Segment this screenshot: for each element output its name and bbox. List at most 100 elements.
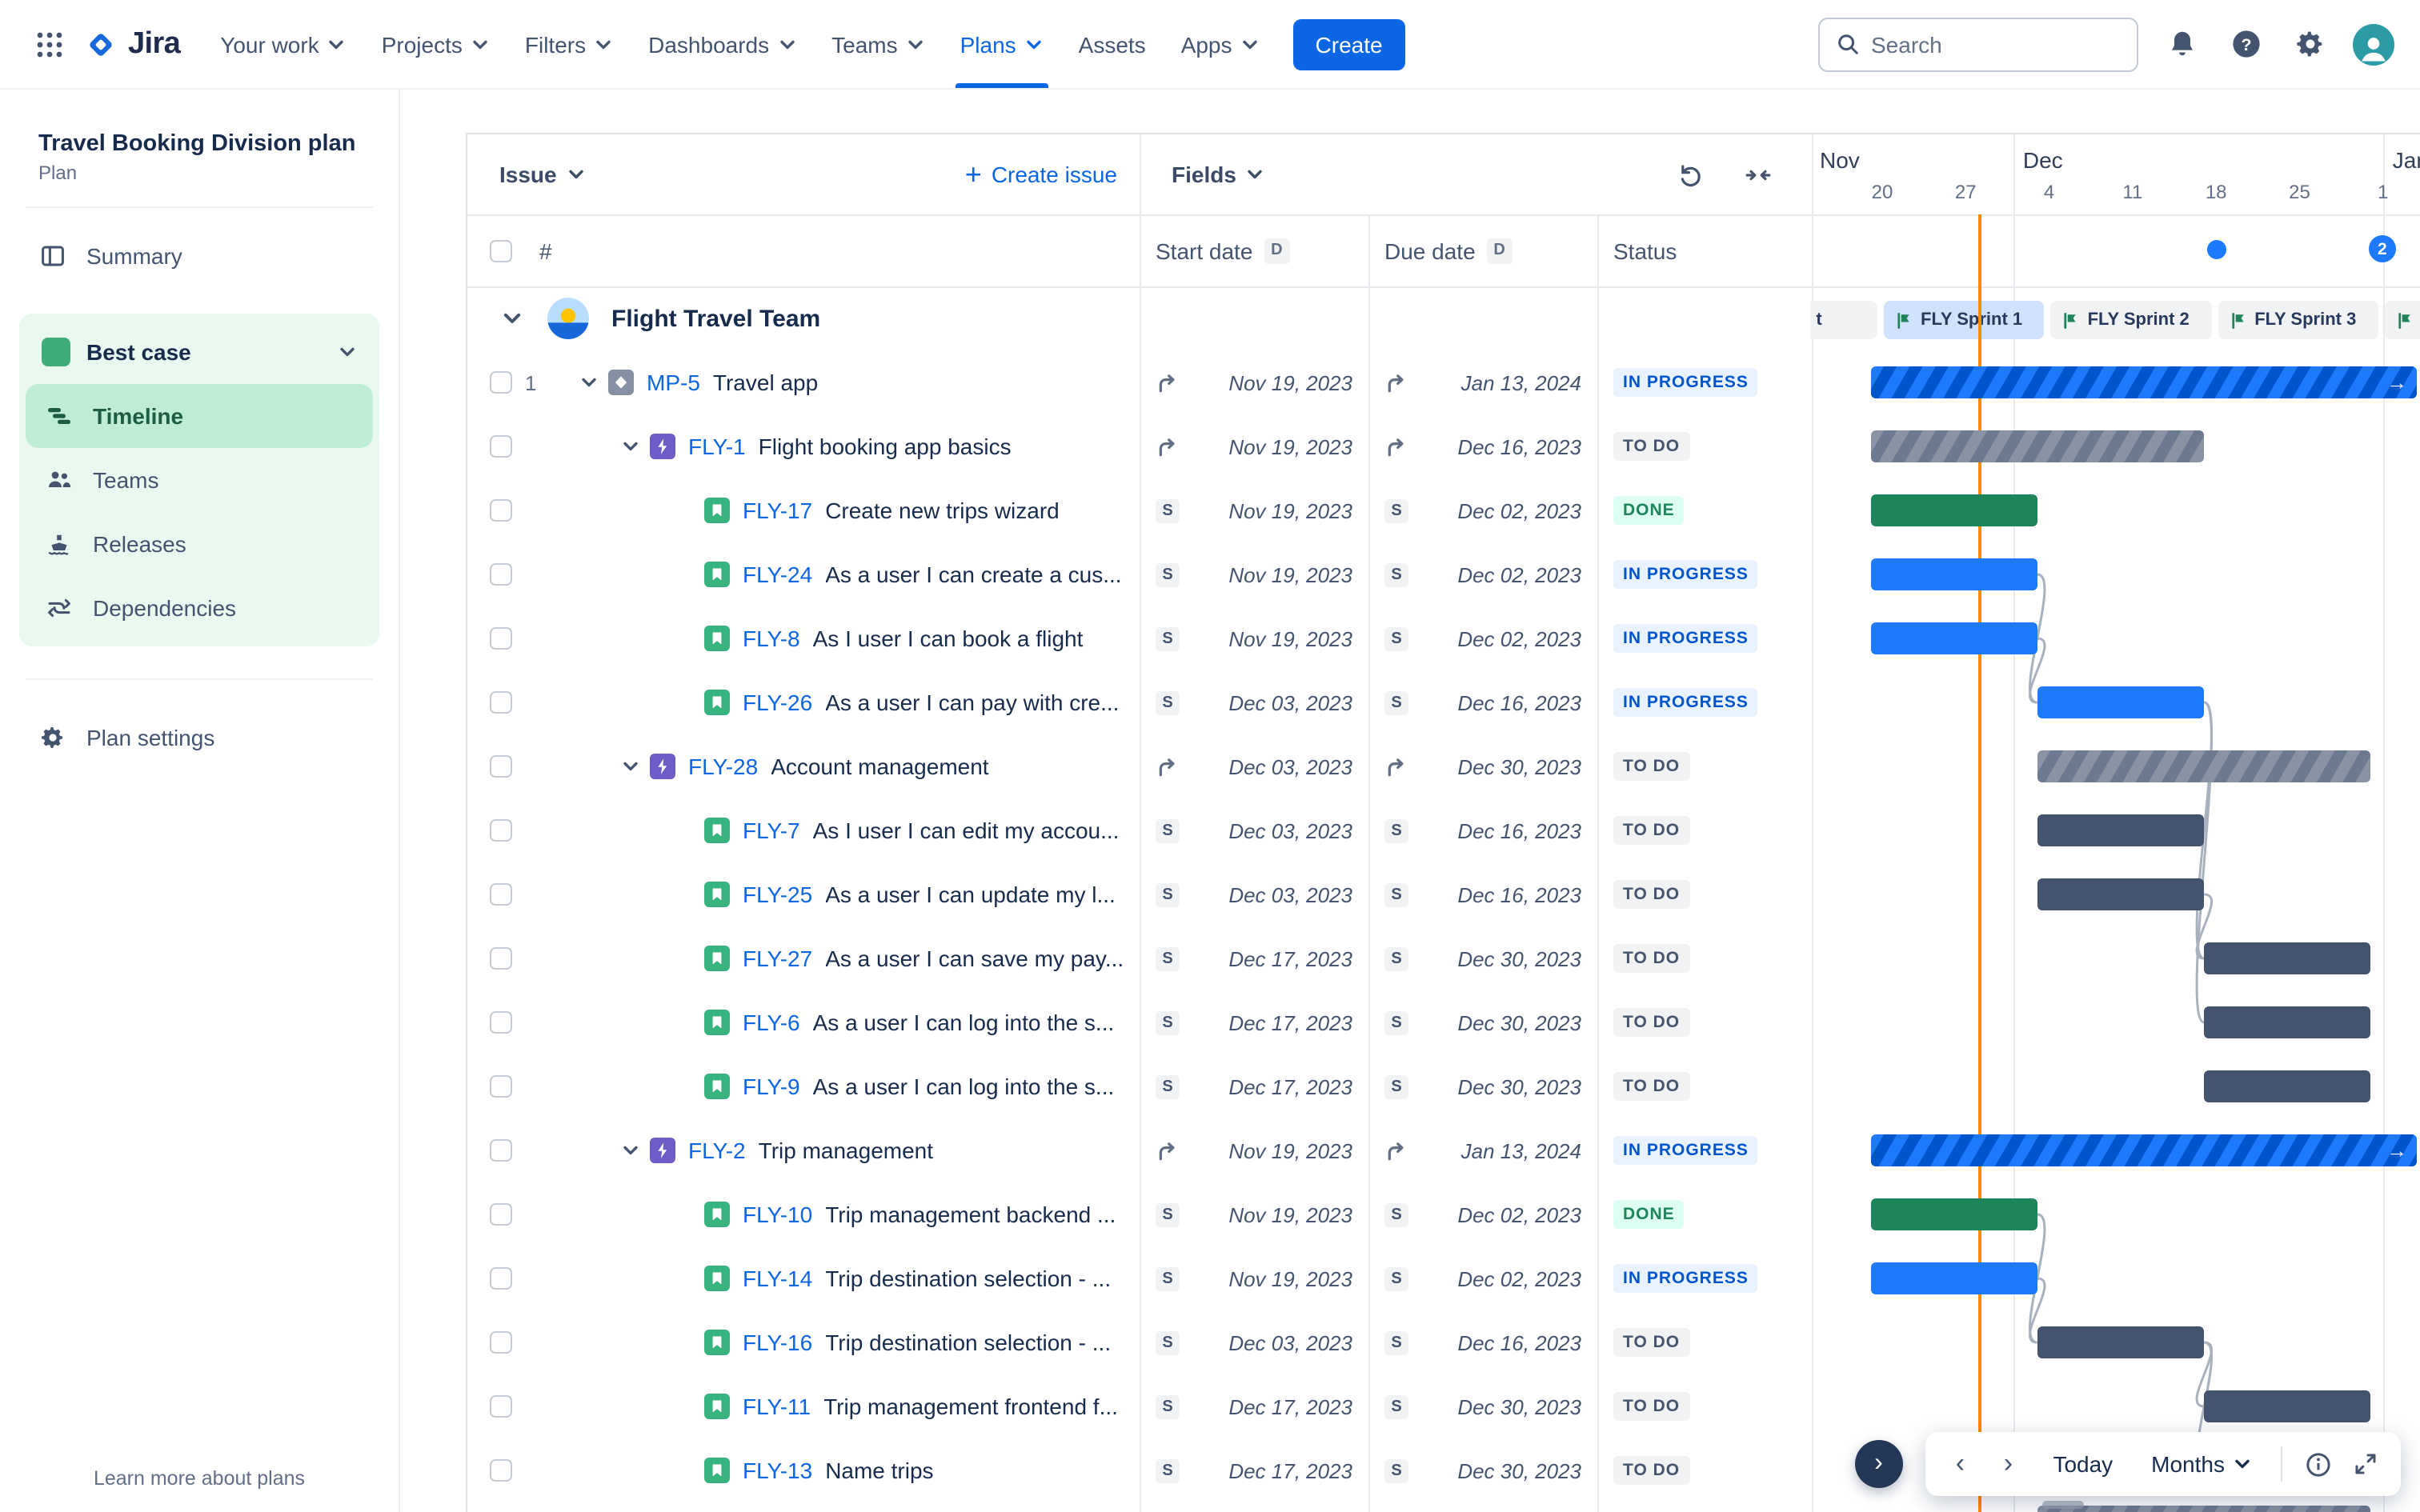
issue-summary[interactable]: Flight booking app basics: [759, 434, 1140, 459]
due-date-cell[interactable]: S Dec 02, 2023: [1368, 1266, 1597, 1290]
row-expander-chevron[interactable]: [618, 434, 643, 459]
issue-summary[interactable]: As a user I can log into the s...: [813, 1010, 1140, 1035]
learn-more-link[interactable]: Learn more about plans: [0, 1467, 399, 1490]
row-expander-chevron[interactable]: [618, 1138, 643, 1163]
start-date-cell[interactable]: Nov 19, 2023: [1140, 1138, 1368, 1162]
fields-dropdown[interactable]: Fields: [1172, 162, 1265, 187]
issue-summary[interactable]: Trip management backend ...: [825, 1202, 1140, 1227]
row-checkbox[interactable]: [490, 1267, 512, 1290]
gantt-bar[interactable]: [2204, 1070, 2371, 1102]
row-checkbox[interactable]: [490, 883, 512, 906]
start-date-cell[interactable]: S Dec 17, 2023: [1140, 1074, 1368, 1098]
start-date-cell[interactable]: Nov 19, 2023: [1140, 434, 1368, 458]
row-checkbox[interactable]: [490, 1331, 512, 1354]
scenario-selector[interactable]: Best case: [26, 320, 373, 384]
gantt-bar[interactable]: [2037, 1506, 2371, 1512]
issue-key[interactable]: FLY-27: [743, 946, 812, 971]
start-date-cell[interactable]: S Dec 03, 2023: [1140, 1330, 1368, 1354]
row-checkbox[interactable]: [490, 499, 512, 522]
search-input[interactable]: [1871, 31, 2121, 57]
start-date-cell[interactable]: S Nov 19, 2023: [1140, 1266, 1368, 1290]
start-date-cell[interactable]: S Dec 17, 2023: [1140, 946, 1368, 970]
status-badge[interactable]: IN PROGRESS: [1613, 1264, 1758, 1293]
start-date-cell[interactable]: S Nov 19, 2023: [1140, 562, 1368, 586]
due-date-cell[interactable]: S Dec 02, 2023: [1368, 1202, 1597, 1226]
issue-summary[interactable]: Trip destination selection - ...: [825, 1266, 1140, 1291]
issue-key[interactable]: MP-5: [647, 370, 700, 395]
row-checkbox[interactable]: [490, 1075, 512, 1098]
row-checkbox[interactable]: [490, 755, 512, 778]
row-expander-chevron[interactable]: [576, 370, 602, 395]
gantt-bar[interactable]: [1870, 622, 2037, 654]
status-header[interactable]: Status: [1597, 238, 1812, 263]
due-date-cell[interactable]: Jan 13, 2024: [1368, 370, 1597, 394]
sprint-pill[interactable]: FLY Sprint 2: [2050, 301, 2212, 339]
start-date-cell[interactable]: S Dec 17, 2023: [1140, 1394, 1368, 1418]
status-badge[interactable]: TO DO: [1613, 816, 1690, 845]
issue-summary[interactable]: As I user I can book a flight: [813, 626, 1140, 651]
info-button[interactable]: [2295, 1442, 2340, 1486]
milestone-dot[interactable]: [2206, 240, 2226, 259]
issue-key[interactable]: FLY-25: [743, 882, 812, 907]
row-checkbox[interactable]: [490, 435, 512, 458]
issue-key[interactable]: FLY-24: [743, 562, 812, 587]
status-badge[interactable]: TO DO: [1613, 1328, 1690, 1357]
issue-summary[interactable]: As a user I can create a cus...: [825, 562, 1140, 587]
start-date-cell[interactable]: S Nov 19, 2023: [1140, 626, 1368, 650]
issue-summary[interactable]: As a user I can log into the s...: [813, 1074, 1140, 1099]
status-badge[interactable]: TO DO: [1613, 1456, 1690, 1485]
scroll-right-button[interactable]: ›: [1985, 1442, 2030, 1486]
due-date-cell[interactable]: Dec 30, 2023: [1368, 754, 1597, 778]
sprint-pill[interactable]: FLY S: [2384, 301, 2420, 339]
issue-key[interactable]: FLY-1: [688, 434, 746, 459]
row-checkbox[interactable]: [490, 691, 512, 714]
issue-summary[interactable]: Create new trips wizard: [825, 498, 1140, 523]
status-badge[interactable]: TO DO: [1613, 752, 1690, 781]
status-badge[interactable]: TO DO: [1613, 944, 1690, 973]
status-badge[interactable]: IN PROGRESS: [1613, 560, 1758, 589]
fullscreen-icon[interactable]: [2343, 1442, 2388, 1486]
status-badge[interactable]: TO DO: [1613, 432, 1690, 461]
sidebar-item-releases[interactable]: Releases: [26, 512, 373, 576]
row-checkbox[interactable]: [490, 627, 512, 650]
issue-key[interactable]: FLY-6: [743, 1010, 800, 1035]
due-date-cell[interactable]: S Dec 30, 2023: [1368, 946, 1597, 970]
row-checkbox[interactable]: [490, 1139, 512, 1162]
gantt-bar[interactable]: [2204, 1006, 2371, 1038]
issue-key[interactable]: FLY-28: [688, 754, 758, 779]
top-nav-item-your-work[interactable]: Your work: [202, 0, 364, 88]
sidebar-item-plan-settings[interactable]: Plan settings: [19, 706, 379, 770]
start-date-cell[interactable]: S Nov 19, 2023: [1140, 1202, 1368, 1226]
start-date-cell[interactable]: S Dec 17, 2023: [1140, 1458, 1368, 1482]
start-date-header[interactable]: Start date D: [1140, 238, 1368, 263]
top-nav-item-dashboards[interactable]: Dashboards: [631, 0, 814, 88]
app-switcher-icon[interactable]: [26, 20, 74, 68]
row-checkbox[interactable]: [490, 371, 512, 394]
start-date-cell[interactable]: Nov 19, 2023: [1140, 370, 1368, 394]
due-date-cell[interactable]: S Dec 16, 2023: [1368, 690, 1597, 714]
issue-summary[interactable]: As a user I can pay with cre...: [825, 690, 1140, 715]
group-expander-chevron[interactable]: [499, 306, 525, 331]
issue-key[interactable]: FLY-8: [743, 626, 800, 651]
top-nav-item-apps[interactable]: Apps: [1164, 0, 1277, 88]
sidebar-item-teams[interactable]: Teams: [26, 448, 373, 512]
issue-key[interactable]: FLY-7: [743, 818, 800, 843]
top-nav-item-teams[interactable]: Teams: [814, 0, 942, 88]
issue-summary[interactable]: As a user I can update my l...: [825, 882, 1140, 907]
issue-key[interactable]: FLY-2: [688, 1138, 746, 1163]
issue-key[interactable]: FLY-13: [743, 1458, 812, 1483]
top-nav-item-assets[interactable]: Assets: [1061, 0, 1164, 88]
status-badge[interactable]: DONE: [1613, 1200, 1685, 1229]
issue-summary[interactable]: As a user I can save my pay...: [825, 946, 1140, 971]
row-checkbox[interactable]: [490, 819, 512, 842]
gantt-bar[interactable]: [1870, 1262, 2037, 1294]
row-checkbox[interactable]: [490, 1459, 512, 1482]
search-box[interactable]: [1818, 17, 2138, 71]
start-date-cell[interactable]: S Dec 03, 2023: [1140, 690, 1368, 714]
gantt-bar[interactable]: [2037, 814, 2205, 846]
status-badge[interactable]: IN PROGRESS: [1613, 368, 1758, 397]
top-nav-item-filters[interactable]: Filters: [507, 0, 631, 88]
sprint-pill[interactable]: t: [1810, 301, 1877, 339]
sidebar-item-summary[interactable]: Summary: [19, 224, 379, 288]
gantt-bar[interactable]: [2037, 686, 2205, 718]
